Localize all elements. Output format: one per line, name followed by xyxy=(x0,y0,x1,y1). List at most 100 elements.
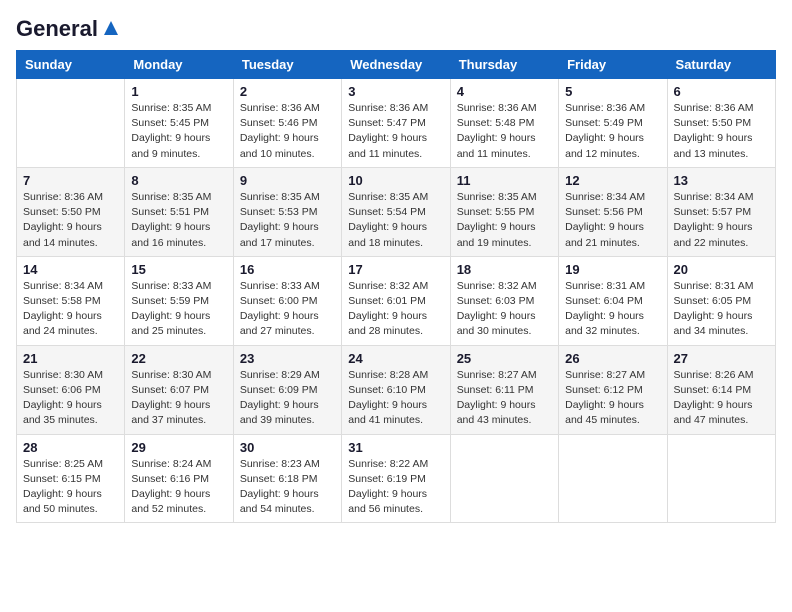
calendar-day-cell: 27 Sunrise: 8:26 AMSunset: 6:14 PMDaylig… xyxy=(667,345,775,434)
header-monday: Monday xyxy=(125,51,233,79)
calendar-day-cell: 23 Sunrise: 8:29 AMSunset: 6:09 PMDaylig… xyxy=(233,345,341,434)
day-info: Sunrise: 8:30 AMSunset: 6:07 PMDaylight:… xyxy=(131,368,226,429)
calendar-day-cell: 6 Sunrise: 8:36 AMSunset: 5:50 PMDayligh… xyxy=(667,79,775,168)
day-info: Sunrise: 8:36 AMSunset: 5:50 PMDaylight:… xyxy=(674,101,769,162)
day-number: 18 xyxy=(457,262,552,277)
day-info: Sunrise: 8:35 AMSunset: 5:54 PMDaylight:… xyxy=(348,190,443,251)
day-number: 17 xyxy=(348,262,443,277)
day-number: 2 xyxy=(240,84,335,99)
day-number: 1 xyxy=(131,84,226,99)
day-number: 20 xyxy=(674,262,769,277)
day-number: 15 xyxy=(131,262,226,277)
calendar-day-cell: 14 Sunrise: 8:34 AMSunset: 5:58 PMDaylig… xyxy=(17,256,125,345)
calendar-week-row: 14 Sunrise: 8:34 AMSunset: 5:58 PMDaylig… xyxy=(17,256,776,345)
calendar-week-row: 7 Sunrise: 8:36 AMSunset: 5:50 PMDayligh… xyxy=(17,167,776,256)
day-info: Sunrise: 8:36 AMSunset: 5:49 PMDaylight:… xyxy=(565,101,660,162)
header-sunday: Sunday xyxy=(17,51,125,79)
day-info: Sunrise: 8:31 AMSunset: 6:04 PMDaylight:… xyxy=(565,279,660,340)
calendar-table: Sunday Monday Tuesday Wednesday Thursday… xyxy=(16,50,776,523)
day-number: 13 xyxy=(674,173,769,188)
day-info: Sunrise: 8:35 AMSunset: 5:51 PMDaylight:… xyxy=(131,190,226,251)
day-info: Sunrise: 8:32 AMSunset: 6:03 PMDaylight:… xyxy=(457,279,552,340)
day-number: 7 xyxy=(23,173,118,188)
day-info: Sunrise: 8:34 AMSunset: 5:57 PMDaylight:… xyxy=(674,190,769,251)
calendar-day-cell: 31 Sunrise: 8:22 AMSunset: 6:19 PMDaylig… xyxy=(342,434,450,523)
day-number: 31 xyxy=(348,440,443,455)
day-number: 21 xyxy=(23,351,118,366)
header-thursday: Thursday xyxy=(450,51,558,79)
logo: General xyxy=(16,16,122,38)
day-info: Sunrise: 8:34 AMSunset: 5:58 PMDaylight:… xyxy=(23,279,118,340)
day-number: 12 xyxy=(565,173,660,188)
day-info: Sunrise: 8:35 AMSunset: 5:55 PMDaylight:… xyxy=(457,190,552,251)
calendar-day-cell: 13 Sunrise: 8:34 AMSunset: 5:57 PMDaylig… xyxy=(667,167,775,256)
calendar-day-cell: 10 Sunrise: 8:35 AMSunset: 5:54 PMDaylig… xyxy=(342,167,450,256)
day-number: 5 xyxy=(565,84,660,99)
day-info: Sunrise: 8:31 AMSunset: 6:05 PMDaylight:… xyxy=(674,279,769,340)
day-info: Sunrise: 8:30 AMSunset: 6:06 PMDaylight:… xyxy=(23,368,118,429)
calendar-week-row: 21 Sunrise: 8:30 AMSunset: 6:06 PMDaylig… xyxy=(17,345,776,434)
day-info: Sunrise: 8:33 AMSunset: 5:59 PMDaylight:… xyxy=(131,279,226,340)
day-number: 6 xyxy=(674,84,769,99)
day-info: Sunrise: 8:36 AMSunset: 5:47 PMDaylight:… xyxy=(348,101,443,162)
day-info: Sunrise: 8:28 AMSunset: 6:10 PMDaylight:… xyxy=(348,368,443,429)
logo-icon xyxy=(100,17,122,39)
day-number: 9 xyxy=(240,173,335,188)
calendar-day-cell xyxy=(667,434,775,523)
day-info: Sunrise: 8:35 AMSunset: 5:53 PMDaylight:… xyxy=(240,190,335,251)
day-number: 3 xyxy=(348,84,443,99)
calendar-day-cell: 22 Sunrise: 8:30 AMSunset: 6:07 PMDaylig… xyxy=(125,345,233,434)
day-number: 11 xyxy=(457,173,552,188)
day-info: Sunrise: 8:32 AMSunset: 6:01 PMDaylight:… xyxy=(348,279,443,340)
day-number: 10 xyxy=(348,173,443,188)
calendar-day-cell xyxy=(17,79,125,168)
day-number: 28 xyxy=(23,440,118,455)
calendar-week-row: 28 Sunrise: 8:25 AMSunset: 6:15 PMDaylig… xyxy=(17,434,776,523)
day-info: Sunrise: 8:34 AMSunset: 5:56 PMDaylight:… xyxy=(565,190,660,251)
calendar-day-cell: 18 Sunrise: 8:32 AMSunset: 6:03 PMDaylig… xyxy=(450,256,558,345)
day-info: Sunrise: 8:29 AMSunset: 6:09 PMDaylight:… xyxy=(240,368,335,429)
page-header: General xyxy=(16,16,776,38)
calendar-day-cell: 28 Sunrise: 8:25 AMSunset: 6:15 PMDaylig… xyxy=(17,434,125,523)
calendar-day-cell: 30 Sunrise: 8:23 AMSunset: 6:18 PMDaylig… xyxy=(233,434,341,523)
calendar-day-cell: 5 Sunrise: 8:36 AMSunset: 5:49 PMDayligh… xyxy=(559,79,667,168)
calendar-day-cell: 2 Sunrise: 8:36 AMSunset: 5:46 PMDayligh… xyxy=(233,79,341,168)
calendar-day-cell: 12 Sunrise: 8:34 AMSunset: 5:56 PMDaylig… xyxy=(559,167,667,256)
calendar-day-cell: 1 Sunrise: 8:35 AMSunset: 5:45 PMDayligh… xyxy=(125,79,233,168)
day-number: 29 xyxy=(131,440,226,455)
day-number: 30 xyxy=(240,440,335,455)
weekday-header-row: Sunday Monday Tuesday Wednesday Thursday… xyxy=(17,51,776,79)
day-info: Sunrise: 8:36 AMSunset: 5:48 PMDaylight:… xyxy=(457,101,552,162)
day-info: Sunrise: 8:27 AMSunset: 6:11 PMDaylight:… xyxy=(457,368,552,429)
header-friday: Friday xyxy=(559,51,667,79)
calendar-day-cell: 7 Sunrise: 8:36 AMSunset: 5:50 PMDayligh… xyxy=(17,167,125,256)
calendar-day-cell: 17 Sunrise: 8:32 AMSunset: 6:01 PMDaylig… xyxy=(342,256,450,345)
logo-general-text: General xyxy=(16,16,98,42)
day-number: 16 xyxy=(240,262,335,277)
calendar-day-cell: 25 Sunrise: 8:27 AMSunset: 6:11 PMDaylig… xyxy=(450,345,558,434)
day-number: 14 xyxy=(23,262,118,277)
day-number: 26 xyxy=(565,351,660,366)
calendar-day-cell xyxy=(559,434,667,523)
calendar-day-cell: 26 Sunrise: 8:27 AMSunset: 6:12 PMDaylig… xyxy=(559,345,667,434)
day-number: 24 xyxy=(348,351,443,366)
calendar-day-cell: 16 Sunrise: 8:33 AMSunset: 6:00 PMDaylig… xyxy=(233,256,341,345)
calendar-day-cell: 20 Sunrise: 8:31 AMSunset: 6:05 PMDaylig… xyxy=(667,256,775,345)
calendar-week-row: 1 Sunrise: 8:35 AMSunset: 5:45 PMDayligh… xyxy=(17,79,776,168)
day-number: 8 xyxy=(131,173,226,188)
calendar-day-cell: 21 Sunrise: 8:30 AMSunset: 6:06 PMDaylig… xyxy=(17,345,125,434)
calendar-day-cell: 9 Sunrise: 8:35 AMSunset: 5:53 PMDayligh… xyxy=(233,167,341,256)
header-saturday: Saturday xyxy=(667,51,775,79)
calendar-day-cell: 19 Sunrise: 8:31 AMSunset: 6:04 PMDaylig… xyxy=(559,256,667,345)
day-info: Sunrise: 8:27 AMSunset: 6:12 PMDaylight:… xyxy=(565,368,660,429)
day-number: 27 xyxy=(674,351,769,366)
day-number: 4 xyxy=(457,84,552,99)
calendar-day-cell xyxy=(450,434,558,523)
day-number: 25 xyxy=(457,351,552,366)
calendar-day-cell: 29 Sunrise: 8:24 AMSunset: 6:16 PMDaylig… xyxy=(125,434,233,523)
day-info: Sunrise: 8:26 AMSunset: 6:14 PMDaylight:… xyxy=(674,368,769,429)
calendar-day-cell: 3 Sunrise: 8:36 AMSunset: 5:47 PMDayligh… xyxy=(342,79,450,168)
day-info: Sunrise: 8:23 AMSunset: 6:18 PMDaylight:… xyxy=(240,457,335,518)
day-number: 22 xyxy=(131,351,226,366)
day-info: Sunrise: 8:33 AMSunset: 6:00 PMDaylight:… xyxy=(240,279,335,340)
